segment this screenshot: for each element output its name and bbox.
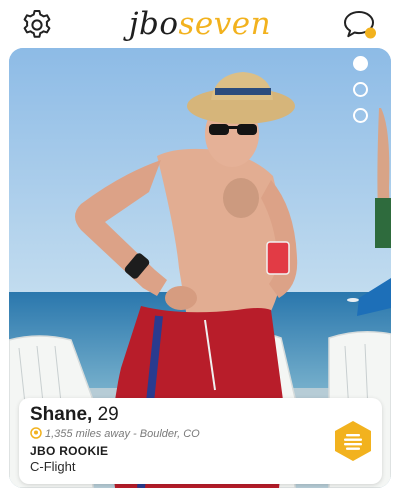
location-line: 1,355 miles away - Boulder, CO <box>30 427 200 440</box>
photo-dot-1[interactable] <box>353 56 368 71</box>
flight-label: C-Flight <box>30 459 76 474</box>
rank-badge: JBO ROOKIE <box>30 444 109 458</box>
photo-pager <box>353 56 373 134</box>
profile-location: Boulder, CO <box>139 428 200 440</box>
app-logo: jboseven <box>0 2 400 46</box>
like-button[interactable] <box>331 419 375 463</box>
profile-distance: 1,355 miles away <box>45 428 130 440</box>
top-bar: jboseven <box>0 0 400 48</box>
photo-dot-3[interactable] <box>353 108 368 123</box>
profile-info-panel[interactable]: Shane, 29 1,355 miles away - Boulder, CO… <box>19 398 382 484</box>
logo-text-primary: jbo <box>128 6 179 42</box>
location-separator: - <box>130 428 140 440</box>
name-age: Shane, 29 <box>30 404 119 426</box>
photo-dot-2[interactable] <box>353 82 368 97</box>
logo-text-accent: seven <box>178 6 272 42</box>
location-pin-icon <box>30 427 42 439</box>
chat-bubble-icon <box>344 11 376 39</box>
unread-indicator <box>365 27 376 39</box>
app-screen: jboseven Shane, 29 1,355 miles away - Bo… <box>0 0 400 500</box>
messages-button[interactable] <box>342 8 376 42</box>
profile-name: Shane, <box>30 404 93 425</box>
profile-age: 29 <box>97 404 119 425</box>
honeycomb-icon <box>335 421 371 461</box>
